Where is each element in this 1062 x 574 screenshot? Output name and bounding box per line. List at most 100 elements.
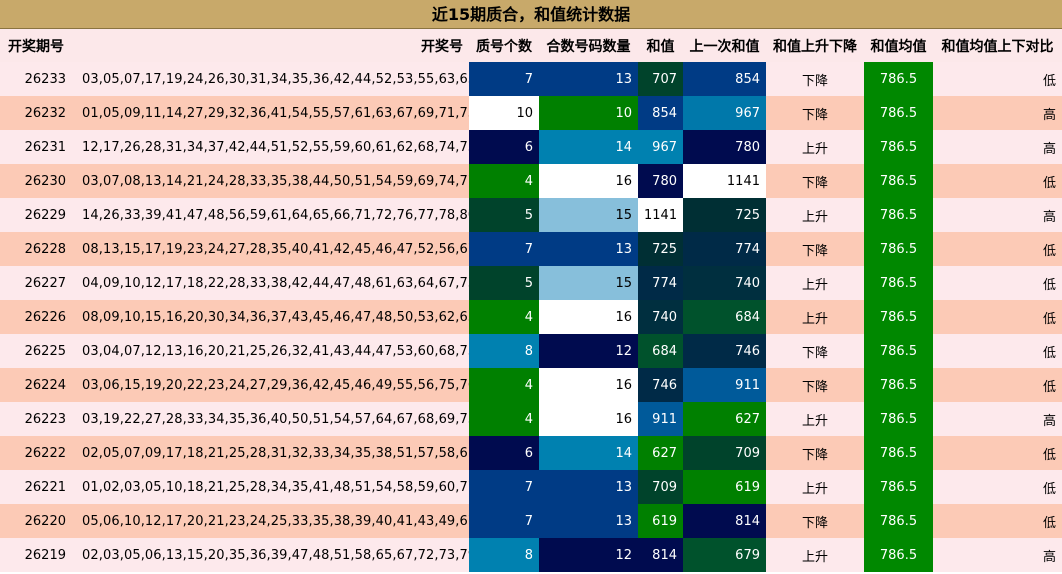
cell-issue: 26223 [0,402,72,436]
table-header-row: 开奖期号 开奖号 质号个数 合数号码数量 和值 上一次和值 和值上升下降 和值均… [0,29,1062,62]
cell-trend: 上升 [766,470,864,504]
cell-trend: 下降 [766,334,864,368]
cell-trend: 下降 [766,232,864,266]
cell-avg: 786.5 [864,232,933,266]
table-row: 26229 14,26,33,39,41,47,48,56,59,61,64,65… [0,198,1062,232]
table-row: 26233 03,05,07,17,19,24,26,30,31,34,35,36… [0,62,1062,96]
cell-sum: 1141 [638,198,683,232]
cell-composite-count: 16 [539,402,638,436]
cell-avg: 786.5 [864,402,933,436]
cell-compare: 低 [933,62,1062,96]
cell-prev-sum: 627 [683,402,766,436]
cell-compare: 低 [933,164,1062,198]
cell-prev-sum: 709 [683,436,766,470]
table-row: 26228 08,13,15,17,19,23,24,27,28,35,40,41… [0,232,1062,266]
table-row: 26225 03,04,07,12,13,16,20,21,25,26,32,41… [0,334,1062,368]
cell-avg: 786.5 [864,96,933,130]
table-row: 26232 01,05,09,11,14,27,29,32,36,41,54,55… [0,96,1062,130]
cell-trend: 上升 [766,130,864,164]
cell-prime-count: 7 [469,470,539,504]
cell-sum: 627 [638,436,683,470]
cell-sum: 780 [638,164,683,198]
cell-trend: 下降 [766,96,864,130]
cell-numbers: 03,07,08,13,14,21,24,28,33,35,38,44,50,5… [72,164,469,198]
table-row: 26222 02,05,07,09,17,18,21,25,28,31,32,33… [0,436,1062,470]
cell-numbers: 04,09,10,12,17,18,22,28,33,38,42,44,47,4… [72,266,469,300]
header-trend: 和值上升下降 [773,38,857,55]
cell-prime-count: 7 [469,504,539,538]
table-row: 26226 08,09,10,15,16,20,30,34,36,37,43,45… [0,300,1062,334]
cell-prev-sum: 1141 [683,164,766,198]
page-title: 近15期质合，和值统计数据 [0,0,1062,29]
cell-prime-count: 7 [469,62,539,96]
cell-issue: 26229 [0,198,72,232]
cell-composite-count: 14 [539,436,638,470]
cell-issue: 26230 [0,164,72,198]
cell-prev-sum: 619 [683,470,766,504]
cell-prev-sum: 679 [683,538,766,572]
header-sum: 和值 [646,38,675,55]
cell-trend: 上升 [766,402,864,436]
cell-composite-count: 16 [539,300,638,334]
header-composite-count: 合数号码数量 [546,38,631,55]
cell-composite-count: 10 [539,96,638,130]
cell-compare: 低 [933,334,1062,368]
cell-trend: 上升 [766,266,864,300]
cell-compare: 高 [933,402,1062,436]
cell-sum: 725 [638,232,683,266]
cell-compare: 低 [933,266,1062,300]
cell-numbers: 08,09,10,15,16,20,30,34,36,37,43,45,46,4… [72,300,469,334]
cell-prev-sum: 854 [683,62,766,96]
cell-avg: 786.5 [864,164,933,198]
cell-compare: 低 [933,368,1062,402]
cell-issue: 26220 [0,504,72,538]
cell-prime-count: 8 [469,538,539,572]
cell-numbers: 03,06,15,19,20,22,23,24,27,29,36,42,45,4… [72,368,469,402]
cell-issue: 26222 [0,436,72,470]
stats-table: 开奖期号 开奖号 质号个数 合数号码数量 和值 上一次和值 和值上升下降 和值均… [0,29,1062,572]
cell-issue: 26232 [0,96,72,130]
cell-compare: 高 [933,538,1062,572]
cell-compare: 高 [933,130,1062,164]
cell-issue: 26227 [0,266,72,300]
cell-sum: 967 [638,130,683,164]
cell-prev-sum: 725 [683,198,766,232]
header-compare: 和值均值上下对比 [941,38,1054,55]
cell-avg: 786.5 [864,62,933,96]
cell-prime-count: 8 [469,334,539,368]
table-row: 26227 04,09,10,12,17,18,22,28,33,38,42,44… [0,266,1062,300]
cell-trend: 下降 [766,62,864,96]
cell-prev-sum: 740 [683,266,766,300]
cell-compare: 高 [933,96,1062,130]
cell-sum: 911 [638,402,683,436]
cell-numbers: 03,19,22,27,28,33,34,35,36,40,50,51,54,5… [72,402,469,436]
cell-composite-count: 16 [539,368,638,402]
cell-composite-count: 12 [539,334,638,368]
cell-avg: 786.5 [864,334,933,368]
cell-composite-count: 13 [539,470,638,504]
cell-issue: 26225 [0,334,72,368]
cell-composite-count: 12 [539,538,638,572]
cell-issue: 26221 [0,470,72,504]
cell-composite-count: 16 [539,164,638,198]
cell-avg: 786.5 [864,130,933,164]
cell-issue: 26233 [0,62,72,96]
cell-prev-sum: 780 [683,130,766,164]
header-prev-sum: 上一次和值 [689,38,760,55]
cell-compare: 低 [933,300,1062,334]
cell-sum: 619 [638,504,683,538]
table-row: 26221 01,02,03,05,10,18,21,25,28,34,35,41… [0,470,1062,504]
cell-prev-sum: 814 [683,504,766,538]
cell-avg: 786.5 [864,504,933,538]
cell-prime-count: 6 [469,436,539,470]
header-numbers: 开奖号 [421,38,463,55]
cell-avg: 786.5 [864,198,933,232]
cell-composite-count: 14 [539,130,638,164]
cell-numbers: 03,04,07,12,13,16,20,21,25,26,32,41,43,4… [72,334,469,368]
cell-numbers: 03,05,07,17,19,24,26,30,31,34,35,36,42,4… [72,62,469,96]
cell-avg: 786.5 [864,266,933,300]
cell-compare: 低 [933,436,1062,470]
cell-issue: 26224 [0,368,72,402]
cell-numbers: 01,05,09,11,14,27,29,32,36,41,54,55,57,6… [72,96,469,130]
cell-trend: 上升 [766,538,864,572]
